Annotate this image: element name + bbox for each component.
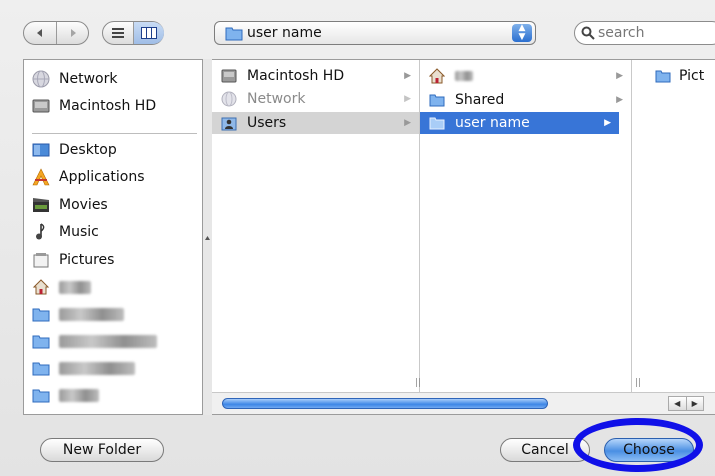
list-item-home[interactable]: ▶	[420, 65, 631, 87]
back-forward-control	[23, 21, 89, 45]
sidebar-item-applications[interactable]: Applications	[32, 166, 145, 188]
sidebar-item-macintosh-hd[interactable]: Macintosh HD	[32, 95, 156, 117]
open-dialog: user name ▲ ▼ search Network Macintosh HD…	[0, 0, 715, 476]
sidebar-item-movies[interactable]: Movies	[32, 194, 108, 216]
column-browser: Macintosh HD ▶ Network ▶ Users ▶ ▶ Share…	[212, 59, 715, 415]
path-popup-label: user name	[247, 25, 322, 41]
sidebar-item-pictures[interactable]: Pictures	[32, 249, 114, 271]
column-resize-handle[interactable]: ||	[415, 378, 421, 388]
sidebar-item-folder[interactable]	[32, 357, 135, 379]
sidebar-item-music[interactable]: Music	[32, 221, 99, 243]
forward-arrow-icon	[71, 29, 76, 37]
hard-drive-icon	[221, 69, 237, 83]
sidebar-item-label: Music	[59, 224, 99, 240]
applications-icon	[32, 168, 50, 186]
sidebar-item-desktop[interactable]: Desktop	[32, 139, 117, 161]
forward-button[interactable]	[57, 22, 89, 44]
search-field[interactable]: search	[574, 21, 715, 45]
column-view-icon	[141, 27, 157, 39]
list-item-label: Users	[247, 115, 287, 131]
movies-icon	[33, 198, 49, 212]
list-item-label: Shared	[455, 92, 505, 108]
horizontal-scrollbar[interactable]: ◀ ▶	[212, 392, 715, 414]
sidebar-item-label: Macintosh HD	[59, 98, 157, 114]
scroll-arrows: ◀ ▶	[668, 396, 704, 411]
folder-icon	[225, 27, 243, 41]
sidebar-item-label: Applications	[59, 169, 145, 185]
sidebar-item-folder[interactable]	[32, 330, 157, 352]
splitter-grip-icon	[205, 236, 210, 240]
list-item-users[interactable]: Users ▶	[212, 112, 419, 134]
sidebar-item-home[interactable]	[32, 276, 91, 298]
column-view-button[interactable]	[134, 22, 164, 44]
folder-icon	[655, 70, 671, 83]
list-view-button[interactable]	[103, 22, 134, 44]
list-item-label: Network	[247, 91, 306, 107]
disclosure-arrow-icon: ▶	[604, 118, 611, 128]
browser-column-2: ▶ Shared ▶ user name ▶	[420, 60, 632, 392]
desktop-icon	[32, 143, 50, 157]
search-placeholder: search	[598, 25, 645, 41]
home-icon	[429, 68, 445, 84]
blurred-label	[59, 388, 99, 402]
sidebar: Network Macintosh HD Desktop Application…	[23, 59, 203, 415]
magnifier-icon	[581, 26, 595, 40]
list-item-label: Pict	[679, 68, 705, 84]
music-icon	[36, 223, 45, 240]
blurred-label	[59, 361, 135, 375]
cancel-button[interactable]: Cancel	[500, 438, 590, 462]
sidebar-item-folder[interactable]	[32, 303, 124, 325]
path-popup[interactable]: user name ▲ ▼	[214, 21, 536, 45]
list-item-pictures[interactable]: Pict	[632, 65, 715, 87]
blurred-label	[59, 280, 91, 294]
list-item-network[interactable]: Network ▶	[212, 88, 419, 110]
sidebar-item-folder[interactable]	[32, 384, 99, 406]
disclosure-arrow-icon: ▶	[616, 71, 623, 81]
browser-column-1: Macintosh HD ▶ Network ▶ Users ▶	[212, 60, 420, 392]
blurred-label	[59, 307, 124, 321]
scroll-thumb[interactable]	[222, 398, 548, 409]
network-globe-icon	[32, 70, 50, 88]
scroll-left-arrow-icon[interactable]: ◀	[669, 397, 686, 410]
folder-icon	[32, 308, 50, 322]
list-item-label: user name	[455, 115, 530, 131]
network-globe-icon	[221, 91, 237, 107]
list-item-macintosh-hd[interactable]: Macintosh HD ▶	[212, 65, 419, 87]
sidebar-item-network[interactable]: Network	[32, 68, 117, 90]
list-item-shared[interactable]: Shared ▶	[420, 89, 631, 111]
sidebar-item-label: Movies	[59, 197, 108, 213]
new-folder-button[interactable]: New Folder	[40, 438, 164, 462]
sidebar-item-label: Network	[59, 71, 118, 87]
column-resize-handle[interactable]: ||	[635, 378, 641, 388]
folder-icon	[429, 94, 445, 107]
sidebar-item-label: Desktop	[59, 142, 117, 158]
sidebar-divider	[32, 133, 197, 134]
view-toggle	[102, 21, 164, 45]
popup-stepper-icon: ▲ ▼	[512, 24, 532, 42]
folder-icon	[32, 335, 50, 349]
back-arrow-icon	[37, 29, 42, 37]
folder-icon	[32, 389, 50, 403]
back-button[interactable]	[24, 22, 57, 44]
disclosure-arrow-icon: ▶	[616, 95, 623, 105]
pictures-icon	[33, 253, 49, 268]
list-item-label: Macintosh HD	[247, 68, 345, 84]
sidebar-item-label: Pictures	[59, 252, 115, 268]
scroll-right-arrow-icon[interactable]: ▶	[685, 397, 704, 410]
sidebar-splitter[interactable]	[203, 59, 212, 415]
list-item-user-name[interactable]: user name ▶	[420, 112, 619, 134]
browser-column-3: Pict	[632, 60, 715, 392]
users-icon	[221, 117, 237, 131]
home-icon	[32, 279, 50, 295]
blurred-label	[455, 71, 473, 81]
disclosure-arrow-icon: ▶	[404, 94, 411, 104]
disclosure-arrow-icon: ▶	[404, 118, 411, 128]
choose-button[interactable]: Choose	[604, 438, 694, 462]
hard-drive-icon	[32, 99, 50, 113]
folder-icon	[32, 362, 50, 376]
blurred-label	[59, 334, 157, 348]
list-view-icon	[112, 28, 124, 38]
disclosure-arrow-icon: ▶	[404, 71, 411, 81]
folder-icon	[429, 117, 445, 130]
